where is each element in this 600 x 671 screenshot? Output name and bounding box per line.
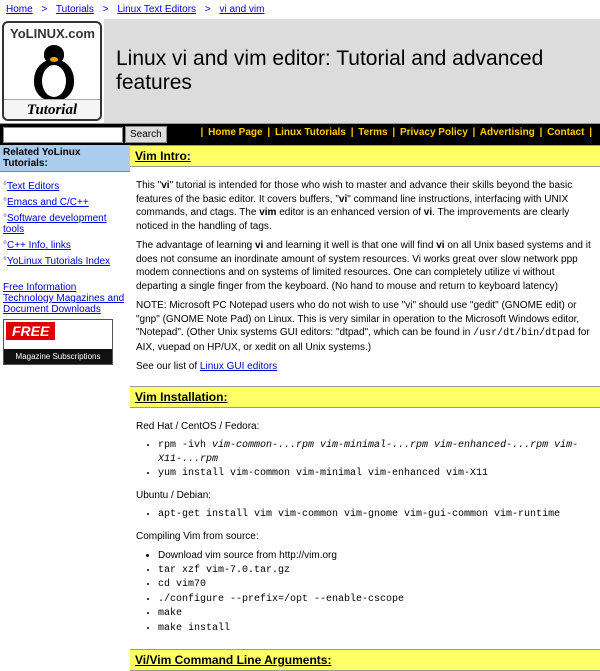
page-title: Linux vi and vim editor: Tutorial and ad… xyxy=(116,47,588,95)
breadcrumb-sep: > xyxy=(41,4,47,15)
list-item: Download vim source from http://vim.org xyxy=(158,549,594,563)
breadcrumb-sep: > xyxy=(205,4,211,15)
sidebar: Related YoLinux Tutorials: °Text Editors… xyxy=(0,145,130,671)
breadcrumb-vi-vim[interactable]: vi and vim xyxy=(219,4,264,15)
logo-box: YoLINUX.com Tutorial xyxy=(2,21,102,121)
nav-tutorials[interactable]: Linux Tutorials xyxy=(275,127,346,138)
nav-terms[interactable]: Terms xyxy=(358,127,387,138)
nav-sep: | xyxy=(201,127,204,138)
list-item: make install xyxy=(158,622,594,636)
nav-sep: | xyxy=(392,127,395,138)
sidebar-link-text-editors[interactable]: Text Editors xyxy=(7,181,59,192)
search-input[interactable] xyxy=(3,127,123,143)
nav-sep: | xyxy=(267,127,270,138)
section-install: Red Hat / CentOS / Fedora: rpm -ivh vim-… xyxy=(130,408,600,650)
promo-text-link[interactable]: Free Information Technology Magazines an… xyxy=(3,282,124,315)
section-intro: This "vi" tutorial is intended for those… xyxy=(130,167,600,386)
sidebar-item: °Emacs and C/C++ xyxy=(3,197,127,208)
section-heading-install: Vim Installation: xyxy=(130,386,600,408)
breadcrumb-tutorials[interactable]: Tutorials xyxy=(56,4,94,15)
top-nav: | Home Page | Linux Tutorials | Terms | … xyxy=(186,124,600,145)
nav-contact[interactable]: Contact xyxy=(547,127,584,138)
nav-home[interactable]: Home Page xyxy=(208,127,262,138)
intro-p2: The advantage of learning vi and learnin… xyxy=(136,239,594,293)
install-src-list: Download vim source from http://vim.org … xyxy=(158,549,594,635)
link-gui-editors[interactable]: Linux GUI editors xyxy=(200,361,277,372)
install-deb-label: Ubuntu / Debian: xyxy=(136,489,594,503)
promo-banner[interactable]: FREE Magazine Subscriptions xyxy=(3,319,113,365)
list-item: cd vim70 xyxy=(158,578,594,592)
sidebar-link-index[interactable]: YoLinux Tutorials Index xyxy=(7,256,110,267)
body: Related YoLinux Tutorials: °Text Editors… xyxy=(0,145,600,671)
list-item: ./configure --prefix=/opt --enable-cscop… xyxy=(158,593,594,607)
sidebar-link-emacs[interactable]: Emacs and C/C++ xyxy=(7,197,89,208)
intro-p4: See our list of Linux GUI editors xyxy=(136,360,594,374)
nav-privacy[interactable]: Privacy Policy xyxy=(400,127,468,138)
sidebar-item: °Software development tools xyxy=(3,213,127,235)
main-content: Vim Intro: This "vi" tutorial is intende… xyxy=(130,145,600,671)
search-form: Search xyxy=(0,124,186,145)
promo-sub-label: Magazine Subscriptions xyxy=(4,349,112,364)
nav-sep: | xyxy=(351,127,354,138)
section-heading-intro: Vim Intro: xyxy=(130,145,600,167)
breadcrumb-sep: > xyxy=(103,4,109,15)
logo-band: Tutorial xyxy=(4,99,100,119)
nav-row: Search | Home Page | Linux Tutorials | T… xyxy=(0,124,600,145)
install-src-label: Compiling Vim from source: xyxy=(136,530,594,544)
list-item: yum install vim-common vim-minimal vim-e… xyxy=(158,467,594,481)
sidebar-item: °C++ Info, links xyxy=(3,240,127,251)
logo-text: YoLINUX.com xyxy=(10,26,95,41)
nav-sep: | xyxy=(589,127,592,138)
title-cell: Linux vi and vim editor: Tutorial and ad… xyxy=(104,19,600,123)
promo-free-label: FREE xyxy=(6,322,55,340)
sidebar-item: °YoLinux Tutorials Index xyxy=(3,256,127,267)
breadcrumb-text-editors[interactable]: Linux Text Editors xyxy=(117,4,196,15)
sidebar-item: °Text Editors xyxy=(3,181,127,192)
intro-p3: NOTE: Microsoft PC Notepad users who do … xyxy=(136,299,594,354)
header: YoLINUX.com Tutorial Linux vi and vim ed… xyxy=(0,19,600,124)
sidebar-promo: Free Information Technology Magazines an… xyxy=(0,276,130,371)
nav-advertising[interactable]: Advertising xyxy=(480,127,535,138)
nav-sep: | xyxy=(473,127,476,138)
install-rh-list: rpm -ivh vim-common-...rpm vim-minimal-.… xyxy=(158,439,594,481)
sidebar-link-cpp[interactable]: C++ Info, links xyxy=(7,240,71,251)
breadcrumbs: Home > Tutorials > Linux Text Editors > … xyxy=(0,0,600,19)
list-item: make xyxy=(158,607,594,621)
intro-p1: This "vi" tutorial is intended for those… xyxy=(136,179,594,233)
section-heading-cli: Vi/Vim Command Line Arguments: xyxy=(130,649,600,671)
list-item: rpm -ivh vim-common-...rpm vim-minimal-.… xyxy=(158,439,594,466)
nav-sep: | xyxy=(540,127,543,138)
search-button[interactable]: Search xyxy=(125,126,167,143)
penguin-icon xyxy=(32,45,76,103)
install-rh-label: Red Hat / CentOS / Fedora: xyxy=(136,420,594,434)
sidebar-heading: Related YoLinux Tutorials: xyxy=(0,145,130,172)
list-item: apt-get install vim vim-common vim-gnome… xyxy=(158,508,594,522)
breadcrumb-home[interactable]: Home xyxy=(6,4,33,15)
install-deb-list: apt-get install vim vim-common vim-gnome… xyxy=(158,508,594,522)
list-item: tar xzf vim-7.0.tar.gz xyxy=(158,564,594,578)
logo[interactable]: YoLINUX.com Tutorial xyxy=(0,19,104,123)
sidebar-link-dev-tools[interactable]: Software development tools xyxy=(3,213,107,235)
sidebar-list: °Text Editors °Emacs and C/C++ °Software… xyxy=(0,172,130,276)
